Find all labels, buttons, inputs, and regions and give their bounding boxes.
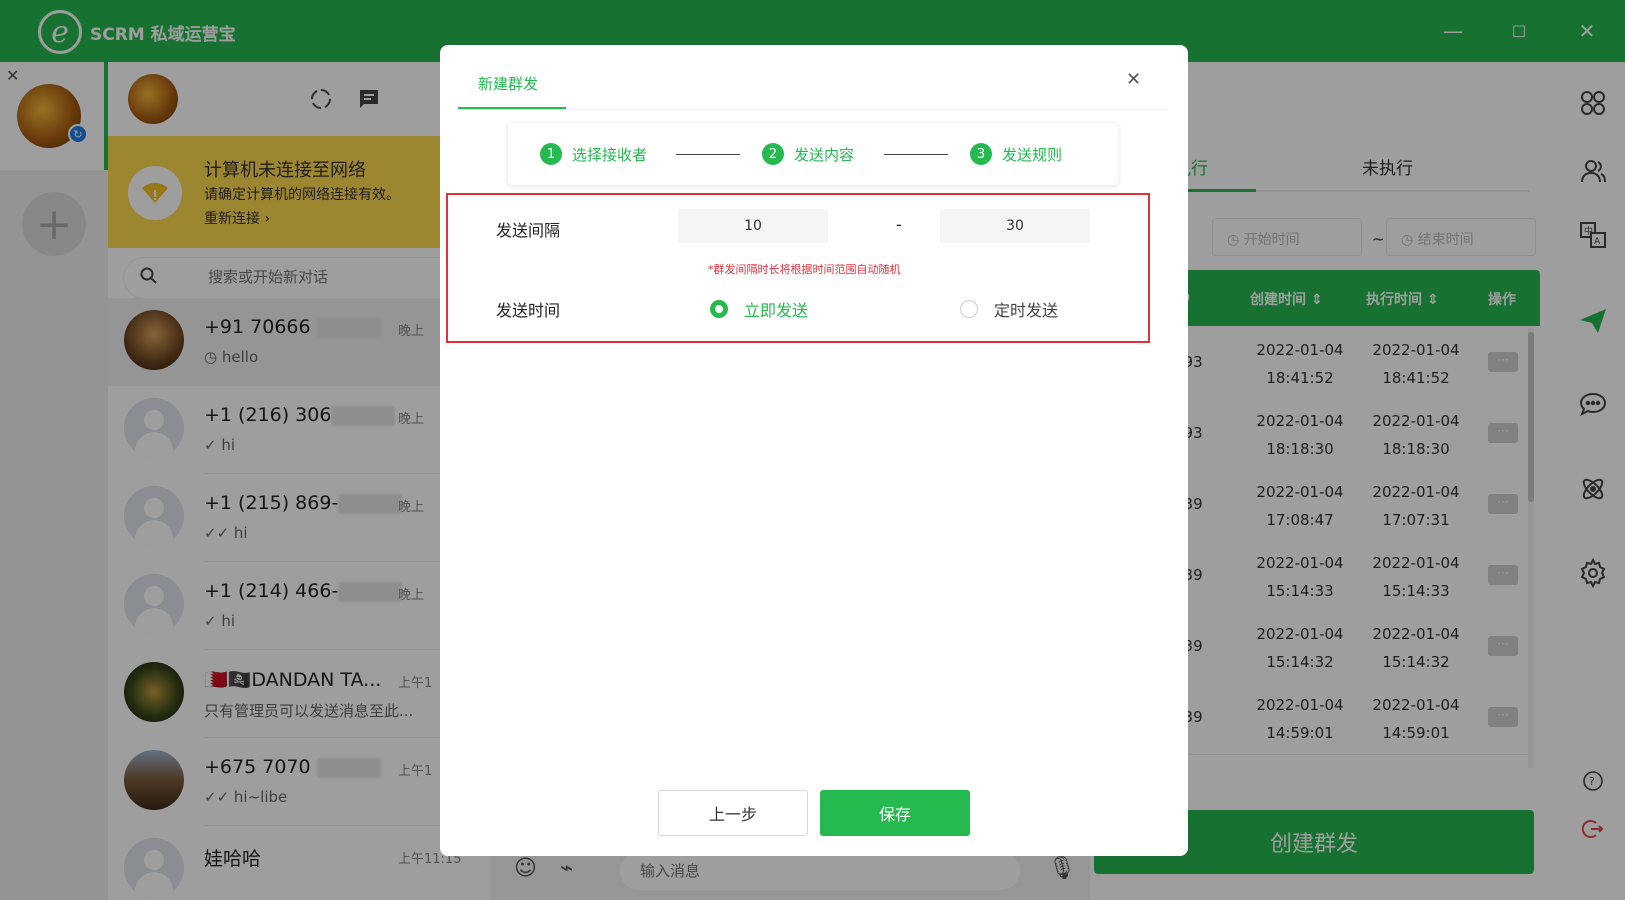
radio-send-scheduled[interactable]: 定时发送 [960,297,1058,321]
radio-checked-icon [710,300,728,318]
dialog-close-icon[interactable]: ✕ [1126,69,1141,90]
interval-hint: *群发间隔时长将根据时间范围自动随机 [708,263,901,276]
send-time-label: 发送时间 [496,301,561,320]
step-indicator: 1 选择接收者 2 发送内容 3 发送规则 [508,123,1118,185]
step-select-recipients: 1 选择接收者 [540,143,647,165]
radio-send-immediately[interactable]: 立即发送 [710,297,808,321]
step-send-rules: 3 发送规则 [970,143,1062,165]
save-button[interactable]: 保存 [820,790,970,836]
interval-min-input[interactable] [678,209,828,243]
interval-max-input[interactable] [940,209,1090,243]
send-rules-section: 发送间隔 - *群发间隔时长将根据时间范围自动随机 发送时间 立即发送 定时发送 [446,193,1150,343]
interval-label: 发送间隔 [496,221,561,240]
interval-separator: - [896,215,902,234]
dialog-tab-new-broadcast[interactable]: 新建群发 [478,73,538,94]
previous-step-button[interactable]: 上一步 [658,790,808,836]
step-send-content: 2 发送内容 [762,143,854,165]
radio-unchecked-icon [960,300,978,318]
new-broadcast-dialog: 新建群发 ✕ 1选择接收者 2发送内容 3发送规则 发送间隔 - *群发间隔时长… [440,45,1188,856]
